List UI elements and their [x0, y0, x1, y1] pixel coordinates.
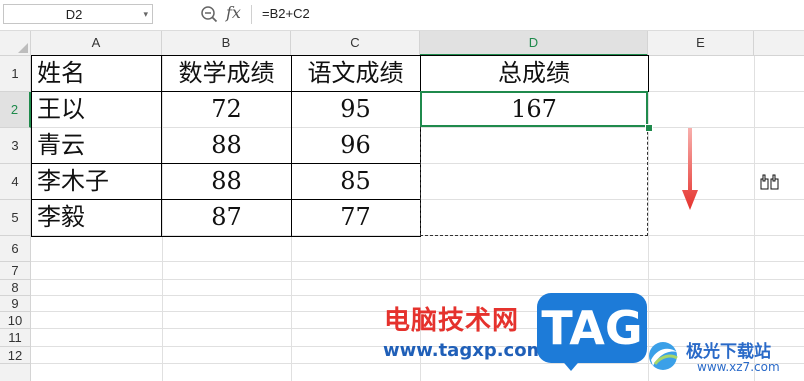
formula-bar: D2 ▾ fx =B2+C2 [0, 0, 804, 31]
column-header-d[interactable]: D [420, 31, 648, 56]
hand-cursor-icon [760, 174, 779, 190]
cell-c3[interactable]: 96 [291, 128, 420, 164]
row-header-6[interactable]: 6 [0, 236, 31, 262]
gridline [31, 279, 804, 280]
cell-b5[interactable]: 87 [162, 200, 291, 236]
name-box-value: D2 [65, 7, 83, 22]
cell-a3[interactable]: 青云 [32, 128, 162, 164]
fx-icon[interactable]: fx [226, 3, 241, 22]
row-header-7[interactable]: 7 [0, 262, 31, 280]
cell-a2[interactable]: 王以 [32, 92, 162, 128]
cell-a5[interactable]: 李毅 [32, 200, 162, 236]
name-box[interactable]: D2 ▾ [3, 4, 153, 24]
cell-b2[interactable]: 72 [162, 92, 291, 128]
watermark-tag-logo: TAG [537, 293, 647, 371]
row-header-10[interactable]: 10 [0, 312, 31, 329]
gridline [754, 56, 755, 381]
chevron-down-icon[interactable]: ▾ [143, 5, 148, 23]
active-cell-selection [420, 91, 648, 127]
cell-c1[interactable]: 语文成绩 [291, 56, 420, 92]
row-header-11[interactable]: 11 [0, 329, 31, 347]
cell-b4[interactable]: 88 [162, 164, 291, 200]
column-header-a[interactable]: A [31, 31, 162, 56]
column-header-f[interactable] [754, 31, 804, 56]
row-header-1[interactable]: 1 [0, 56, 31, 92]
gridline [31, 261, 804, 262]
formula-input[interactable]: =B2+C2 [262, 6, 310, 21]
column-header-c[interactable]: C [291, 31, 420, 56]
fill-handle[interactable] [645, 124, 653, 132]
watermark-site-url: www.tagxp.com [383, 340, 546, 361]
cell-b1[interactable]: 数学成绩 [162, 56, 291, 92]
cell-c5[interactable]: 77 [291, 200, 420, 236]
column-header-e[interactable]: E [648, 31, 754, 56]
row-header-3[interactable]: 3 [0, 128, 31, 164]
cell-d1[interactable]: 总成绩 [420, 56, 648, 92]
row-header-13[interactable] [0, 364, 31, 381]
divider [251, 5, 252, 24]
cell-a1[interactable]: 姓名 [32, 56, 162, 92]
gridline [31, 295, 804, 296]
cell-c2[interactable]: 95 [291, 92, 420, 128]
watermark-site-name: 电脑技术网 [384, 306, 520, 336]
row-header-9[interactable]: 9 [0, 296, 31, 312]
row-header-8[interactable]: 8 [0, 280, 31, 296]
cell-a4[interactable]: 李木子 [32, 164, 162, 200]
row-header-12[interactable]: 12 [0, 347, 31, 364]
select-all-corner[interactable] [0, 31, 31, 56]
watermark-tag-text: TAG [541, 301, 643, 355]
zoom-icon[interactable] [200, 5, 218, 23]
aurora-logo-icon [649, 342, 678, 370]
row-header-5[interactable]: 5 [0, 200, 31, 236]
row-header-2[interactable]: 2 [0, 92, 31, 128]
gridline [31, 363, 804, 364]
column-header-b[interactable]: B [162, 31, 291, 56]
cell-b3[interactable]: 88 [162, 128, 291, 164]
cell-c4[interactable]: 85 [291, 164, 420, 200]
watermark-site2-url: www.xz7.com [697, 360, 780, 374]
row-header-4[interactable]: 4 [0, 164, 31, 200]
watermark-site2-name: 极光下载站 [686, 342, 771, 362]
gridline [648, 56, 649, 381]
arrow-down-icon [682, 128, 698, 210]
